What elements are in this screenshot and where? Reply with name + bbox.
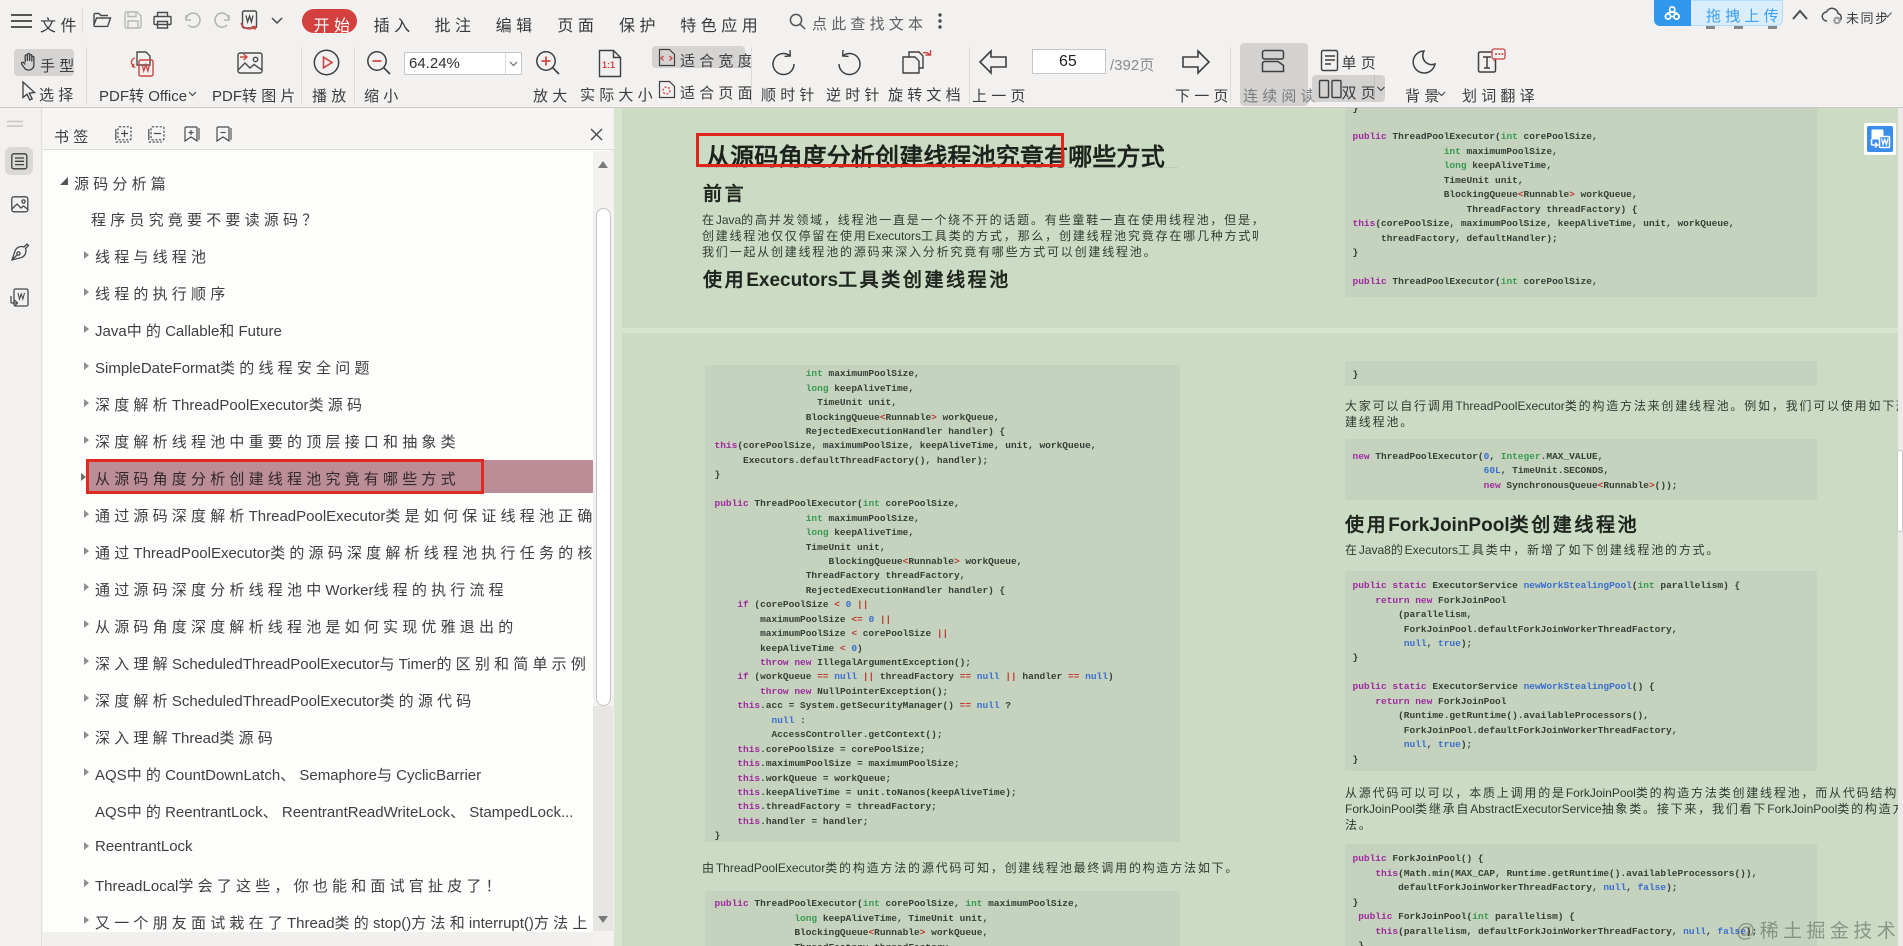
svg-text:1:1: 1:1: [602, 60, 615, 70]
